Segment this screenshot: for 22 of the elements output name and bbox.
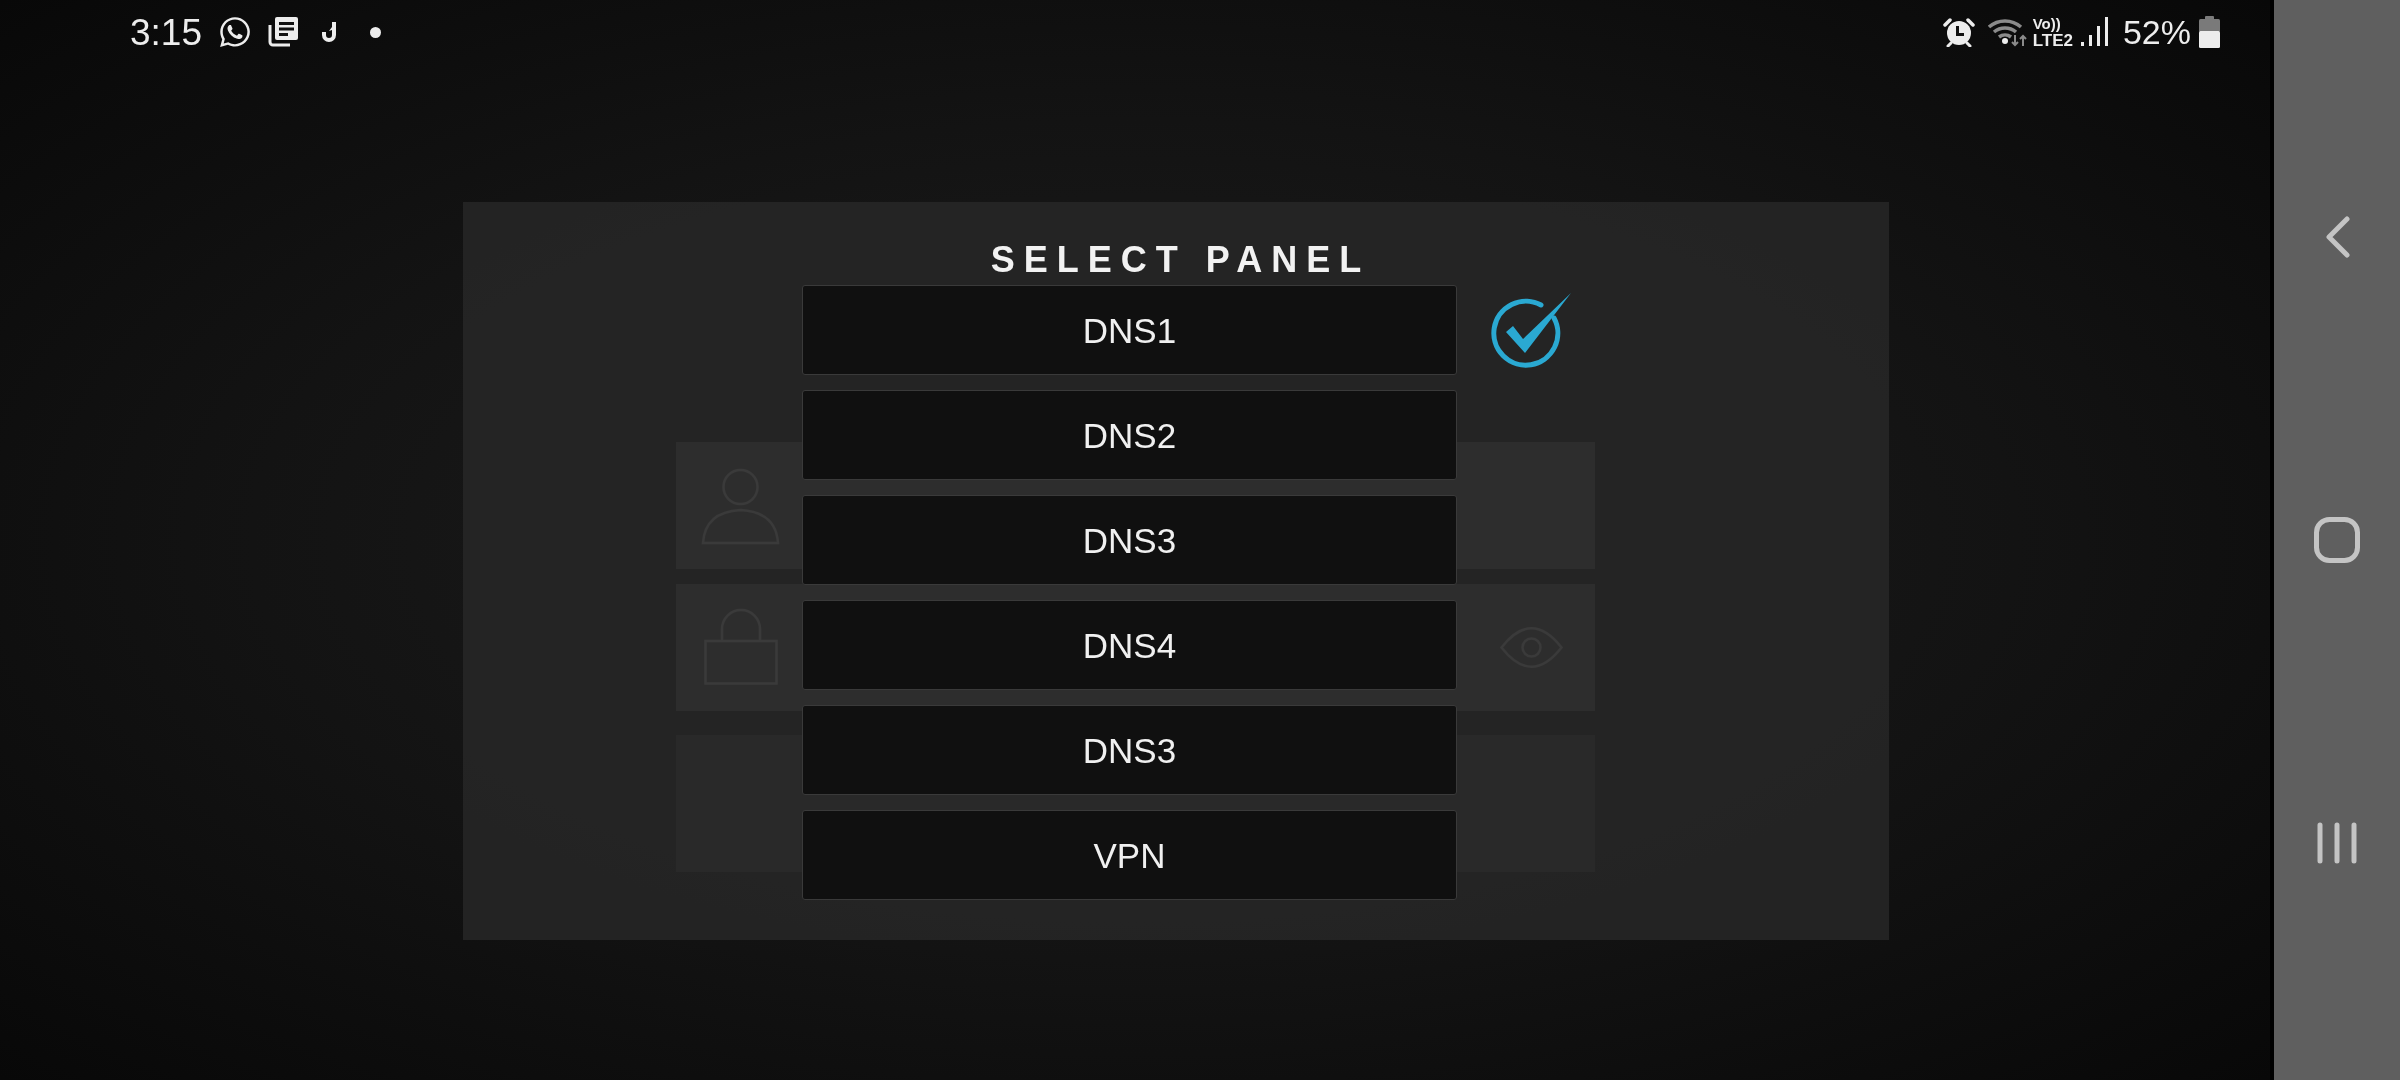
battery-icon — [2199, 16, 2220, 48]
dialog-title: SELECT PANEL — [989, 238, 1371, 282]
recent-apps-icon[interactable] — [2317, 822, 2357, 864]
signal-icon — [2080, 17, 2108, 47]
panel-option-button[interactable]: DNS1 — [802, 285, 1457, 375]
home-icon[interactable] — [2314, 517, 2360, 563]
network-type-label: LTE2 — [2032, 31, 2073, 49]
panel-option-button[interactable]: DNS3 — [802, 495, 1457, 585]
wifi-icon — [1987, 17, 2028, 47]
panel-option-button[interactable]: DNS2 — [802, 390, 1457, 480]
alarm-clock-icon — [1942, 17, 1975, 47]
panel-option-button[interactable]: DNS3 — [802, 705, 1457, 795]
news-icon — [267, 16, 298, 48]
volte-label: Vo)) — [2032, 15, 2061, 32]
back-icon[interactable] — [2324, 216, 2350, 258]
hook-icon — [321, 21, 339, 43]
chat-phone-icon — [218, 15, 252, 49]
panel-option-button[interactable]: DNS4 — [802, 600, 1457, 690]
battery-percentage: 52% — [2122, 15, 2191, 49]
status-time: 3:15 — [130, 13, 202, 51]
dot-icon — [370, 26, 381, 38]
panel-option-button[interactable]: VPN — [802, 810, 1457, 900]
